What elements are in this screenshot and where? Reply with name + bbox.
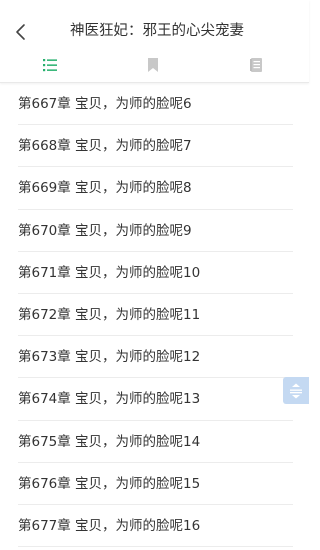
book-title: 神医狂妃：邪王的心尖宠妻 — [70, 23, 244, 39]
chapter-title: 第668章 宝贝，为师的脸呢7 — [18, 138, 192, 155]
chevron-left-icon — [16, 24, 25, 40]
chapter-title: 第670章 宝贝，为师的脸呢9 — [18, 222, 192, 239]
catalog-header: 神医狂妃：邪王的心尖宠妻 — [0, 0, 309, 83]
chapter-catalog-page: 神医狂妃：邪王的心尖宠妻 第667章 宝贝，为师的脸呢6 第668章 宝贝，为师… — [0, 0, 309, 550]
chapter-title: 第671章 宝贝，为师的脸呢10 — [18, 264, 201, 281]
list-item[interactable]: 第673章 宝贝，为师的脸呢12 — [0, 336, 309, 379]
list-item[interactable]: 第671章 宝贝，为师的脸呢10 — [0, 252, 309, 294]
list-item[interactable]: 第667章 宝贝，为师的脸呢6 — [0, 83, 309, 126]
chapter-title: 第675章 宝贝，为师的脸呢14 — [18, 433, 201, 450]
list-item[interactable]: 第670章 宝贝，为师的脸呢9 — [0, 210, 309, 252]
bookmark-icon — [148, 58, 158, 72]
chapter-title: 第669章 宝贝，为师的脸呢8 — [18, 180, 192, 197]
list-item[interactable]: 第675章 宝贝，为师的脸呢14 — [0, 421, 309, 463]
scroll-handle[interactable] — [283, 377, 309, 404]
tab-bookmark[interactable] — [143, 55, 163, 75]
tab-notes[interactable] — [246, 55, 266, 75]
back-button[interactable] — [9, 20, 33, 44]
list-item[interactable]: 第676章 宝贝，为师的脸呢15 — [0, 463, 309, 505]
tab-catalog[interactable] — [40, 55, 60, 75]
chapter-title: 第673章 宝贝，为师的脸呢12 — [18, 349, 201, 366]
chapter-list: 第667章 宝贝，为师的脸呢6 第668章 宝贝，为师的脸呢7 第669章 宝贝… — [0, 83, 309, 548]
list-item[interactable]: 第677章 宝贝，为师的脸呢16 — [0, 505, 309, 548]
divider — [18, 546, 293, 548]
chapter-title: 第676章 宝贝，为师的脸呢15 — [18, 475, 201, 492]
scroll-handle-icon — [290, 383, 302, 398]
chapter-title: 第667章 宝贝，为师的脸呢6 — [18, 96, 192, 112]
chapter-title: 第674章 宝贝，为师的脸呢13 — [18, 391, 201, 408]
chapter-title: 第672章 宝贝，为师的脸呢11 — [18, 306, 201, 323]
list-item[interactable]: 第669章 宝贝，为师的脸呢8 — [0, 167, 309, 210]
document-icon — [250, 58, 262, 72]
list-item[interactable]: 第672章 宝贝，为师的脸呢11 — [0, 294, 309, 337]
list-item[interactable]: 第668章 宝贝，为师的脸呢7 — [0, 125, 309, 168]
chapter-title: 第677章 宝贝，为师的脸呢16 — [18, 517, 201, 534]
list-icon — [43, 59, 57, 72]
list-item[interactable]: 第674章 宝贝，为师的脸呢13 — [0, 378, 309, 421]
